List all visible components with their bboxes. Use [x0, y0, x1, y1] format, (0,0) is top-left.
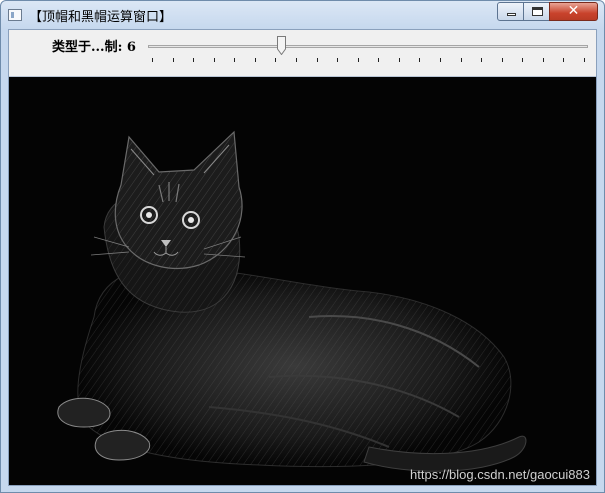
trackbar-tick: [481, 58, 482, 62]
trackbar-tick: [173, 58, 174, 62]
trackbar-tick: [399, 58, 400, 62]
trackbar-tick: [152, 58, 153, 62]
close-button[interactable]: ✕: [549, 2, 598, 21]
trackbar-tick: [543, 58, 544, 62]
trackbar-tick: [461, 58, 462, 62]
trackbar-tick: [255, 58, 256, 62]
trackbar-tick: [378, 58, 379, 62]
watermark-text: https://blog.csdn.net/gaocui883: [410, 467, 590, 482]
trackbar-tick: [563, 58, 564, 62]
maximize-icon: [532, 7, 543, 16]
maximize-button[interactable]: [523, 2, 550, 21]
trackbar-label: 类型于...制: 6: [52, 40, 136, 55]
window-title: 【顶帽和黑帽运算窗口】: [29, 10, 173, 25]
trackbar-tick: [358, 58, 359, 62]
close-icon: ✕: [567, 3, 580, 19]
trackbar-panel: 类型于...制: 6: [9, 30, 596, 77]
result-image: https://blog.csdn.net/gaocui883: [9, 77, 596, 485]
client-area: 类型于...制: 6 https://blog.csdn.net/gaocui8…: [8, 29, 597, 486]
minimize-button[interactable]: [497, 2, 524, 21]
trackbar-tick: [214, 58, 215, 62]
title-bar[interactable]: 【顶帽和黑帽运算窗口】 ✕: [1, 1, 604, 29]
trackbar-tick: [522, 58, 523, 62]
trackbar-tick: [584, 58, 585, 62]
trackbar-track[interactable]: [148, 45, 588, 48]
trackbar-tick: [193, 58, 194, 62]
trackbar-tick: [502, 58, 503, 62]
trackbar-tick: [296, 58, 297, 62]
app-window-icon[interactable]: [8, 9, 22, 21]
trackbar-ticks: [152, 58, 585, 64]
minimize-icon: [507, 13, 516, 16]
trackbar-tick: [419, 58, 420, 62]
trackbar-tick: [440, 58, 441, 62]
trackbar-tick: [275, 58, 276, 62]
trackbar-tick: [337, 58, 338, 62]
trackbar-thumb[interactable]: [277, 36, 287, 55]
trackbar-tick: [234, 58, 235, 62]
trackbar-tick: [317, 58, 318, 62]
cat-image: [57, 130, 527, 472]
app-window: 【顶帽和黑帽运算窗口】 ✕ 类型于...制: 6 https://blog.cs…: [0, 0, 605, 493]
